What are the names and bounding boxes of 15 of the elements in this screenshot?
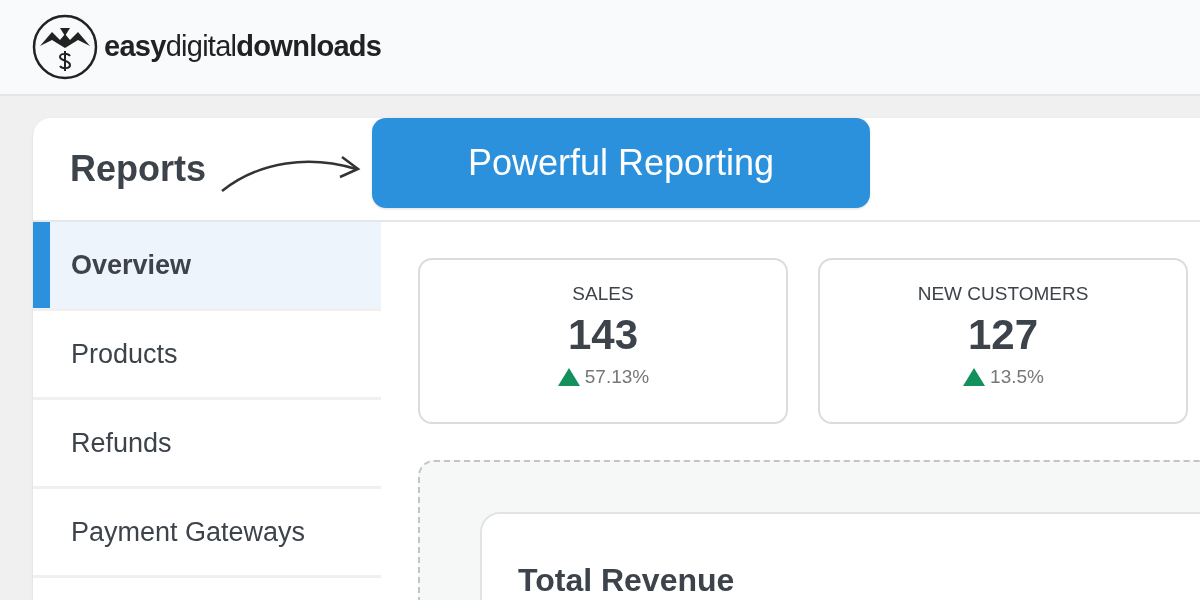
sidebar-item[interactable]: Payment Gateways <box>33 489 381 575</box>
stat-value: 127 <box>967 309 1039 360</box>
sidebar-item[interactable]: Refunds <box>33 400 381 486</box>
revenue-title: Total Revenue <box>518 562 735 598</box>
stat-change: 57.13% <box>584 365 650 389</box>
callout-badge: Powerful Reporting <box>372 118 871 208</box>
sidebar-item[interactable]: Overview <box>33 222 381 308</box>
logo-icon <box>32 14 98 80</box>
stat-value: 143 <box>567 309 639 360</box>
sidebar-item[interactable]: Products <box>33 311 381 397</box>
page-title: Reports <box>70 147 207 191</box>
stat-change: 13.5% <box>990 365 1044 389</box>
brand-name: easydigitaldownloads <box>104 29 382 65</box>
stat-label: NEW CUSTOMERS <box>917 282 1089 306</box>
stat-label: SALES <box>572 282 634 306</box>
